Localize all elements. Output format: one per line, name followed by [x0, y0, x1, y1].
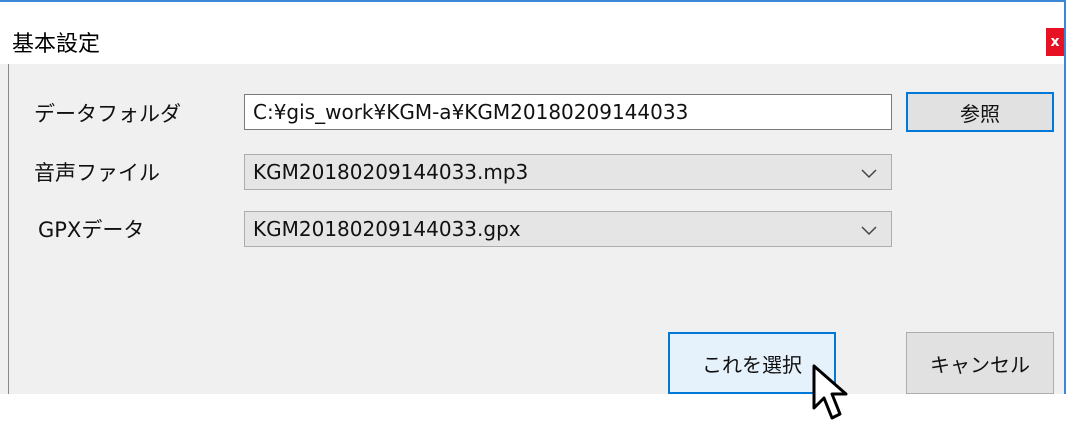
close-icon: x [1050, 34, 1060, 50]
chevron-down-icon [861, 221, 877, 240]
browse-button-label: 参照 [960, 101, 1000, 126]
data-folder-value: C:¥gis_work¥KGM-a¥KGM20180209144033 [253, 100, 689, 124]
select-button[interactable]: これを選択 [668, 332, 836, 394]
mouse-pointer-icon [812, 364, 848, 420]
audio-file-value: KGM20180209144033.mp3 [253, 160, 529, 184]
select-button-label: これを選択 [702, 352, 802, 377]
cancel-button[interactable]: キャンセル [906, 332, 1054, 394]
data-folder-input[interactable]: C:¥gis_work¥KGM-a¥KGM20180209144033 [244, 94, 892, 130]
audio-file-label: 音声ファイル [34, 161, 160, 185]
cancel-button-label: キャンセル [930, 352, 1030, 377]
dialog-title: 基本設定 [12, 32, 101, 57]
gpx-data-value: KGM20180209144033.gpx [253, 217, 521, 241]
gpx-data-label: GPXデータ [38, 218, 145, 242]
audio-file-select[interactable]: KGM20180209144033.mp3 [244, 154, 892, 190]
gpx-data-select[interactable]: KGM20180209144033.gpx [244, 211, 892, 247]
title-bar: 基本設定 x [0, 2, 1064, 64]
chevron-down-icon [861, 164, 877, 183]
close-button[interactable]: x [1046, 28, 1064, 56]
data-folder-label: データフォルダ [34, 102, 181, 126]
browse-button[interactable]: 参照 [906, 92, 1054, 132]
settings-dialog: 基本設定 x データフォルダ C:¥gis_work¥KGM-a¥KGM2018… [0, 0, 1066, 420]
